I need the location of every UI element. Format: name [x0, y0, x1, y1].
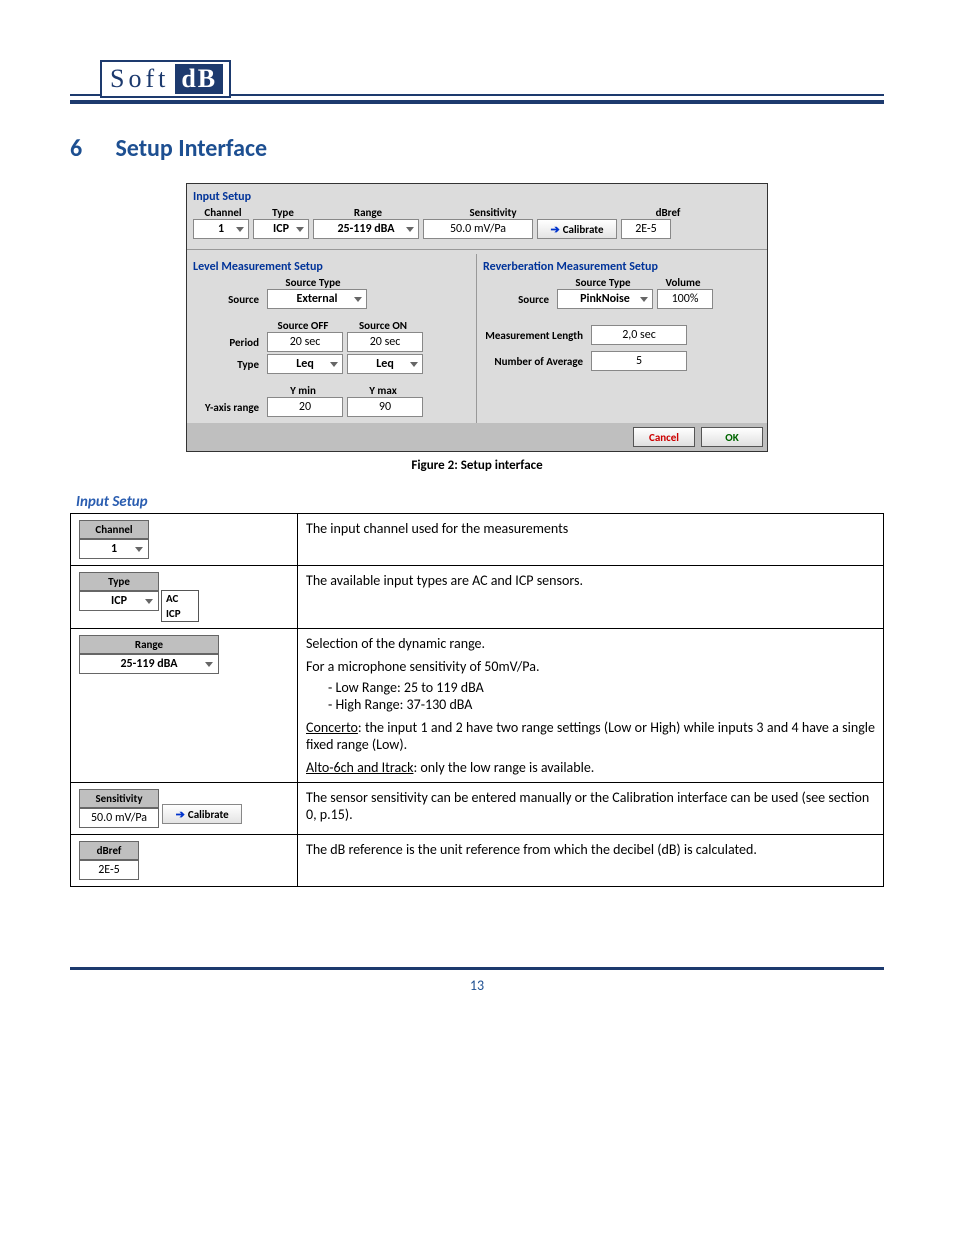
measlen-label: Measurement Length — [483, 329, 587, 342]
reverb-volume-input[interactable]: 100% — [657, 289, 713, 309]
desc-channel: The input channel used for the measureme… — [298, 514, 884, 566]
ymax-input[interactable]: 90 — [347, 397, 423, 417]
type-off-select[interactable]: Leq — [267, 354, 343, 374]
mini-dbref-input[interactable]: 2E-5 — [79, 860, 139, 880]
source-on-hdr: Source ON — [343, 319, 423, 332]
dbref-input[interactable]: 2E-5 — [621, 219, 671, 239]
arrow-right-icon: ➔ — [176, 808, 185, 821]
table-row: Range 25-119 dBA Selection of the dynami… — [71, 629, 884, 783]
hdr-sensitivity: Sensitivity — [423, 206, 563, 219]
period-off-input[interactable]: 20 sec — [267, 332, 343, 352]
setup-window: Input Setup Channel Type Range Sensitivi… — [186, 183, 768, 452]
table-row: dBref 2E-5 The dB reference is the unit … — [71, 835, 884, 887]
desc-sensitivity: The sensor sensitivity can be entered ma… — [298, 783, 884, 835]
level-title: Level Measurement Setup — [193, 260, 470, 274]
yaxis-label: Y-axis range — [193, 401, 263, 414]
type-options-list: AC ICP — [161, 590, 199, 622]
period-on-input[interactable]: 20 sec — [347, 332, 423, 352]
type-option[interactable]: ICP — [162, 606, 198, 621]
ymax-hdr: Y max — [343, 384, 423, 397]
reverb-sourcetype-hdr: Source Type — [553, 276, 653, 289]
mini-range-select[interactable]: 25-119 dBA — [79, 654, 219, 674]
mini-type-select[interactable]: ICP — [79, 591, 159, 611]
desc-dbref: The dB reference is the unit reference f… — [298, 835, 884, 887]
page-number: 13 — [470, 977, 484, 994]
measlen-input[interactable]: 2,0 sec — [591, 325, 687, 345]
mini-sensitivity-input[interactable]: 50.0 mV/Pa — [79, 808, 159, 828]
sensitivity-input[interactable]: 50.0 mV/Pa — [423, 219, 533, 239]
mini-calibrate-button[interactable]: ➔Calibrate — [162, 804, 242, 824]
source-off-hdr: Source OFF — [263, 319, 343, 332]
section-heading: 6 Setup Interface — [70, 134, 884, 163]
page-footer: 13 — [70, 967, 884, 995]
numavg-input[interactable]: 5 — [591, 351, 687, 371]
reverb-source-select[interactable]: PinkNoise — [557, 289, 653, 309]
section-number: 6 — [70, 134, 110, 163]
arrow-right-icon: ➔ — [551, 223, 560, 236]
ymin-hdr: Y min — [263, 384, 343, 397]
ymin-input[interactable]: 20 — [267, 397, 343, 417]
hdr-range: Range — [313, 206, 423, 219]
type-label: Type — [193, 358, 263, 371]
desc-range: Selection of the dynamic range. For a mi… — [298, 629, 884, 783]
figure-caption: Figure 2: Setup interface — [70, 458, 884, 473]
ok-button[interactable]: OK — [701, 427, 763, 447]
input-setup-table: Channel 1 The input channel used for the… — [70, 513, 884, 887]
type-option[interactable]: AC — [162, 591, 198, 606]
logo: Soft dB — [100, 60, 231, 98]
hdr-channel: Channel — [193, 206, 253, 219]
hdr-dbref: dBref — [643, 206, 693, 219]
input-setup-title: Input Setup — [193, 190, 761, 204]
level-sourcetype-hdr: Source Type — [263, 276, 363, 289]
mini-hdr-range: Range — [79, 635, 219, 654]
logo-soft: Soft — [110, 64, 169, 94]
mini-hdr-type: Type — [79, 572, 159, 591]
reverb-title: Reverberation Measurement Setup — [483, 260, 761, 274]
cancel-button[interactable]: Cancel — [633, 427, 695, 447]
mini-hdr-sensitivity: Sensitivity — [79, 789, 159, 808]
mini-hdr-dbref: dBref — [79, 841, 139, 860]
numavg-label: Number of Average — [483, 355, 587, 368]
channel-select[interactable]: 1 — [193, 219, 249, 239]
level-source-label: Source — [193, 293, 263, 306]
range-select[interactable]: 25-119 dBA — [313, 219, 419, 239]
page-header: Soft dB — [70, 60, 884, 104]
logo-db: dB — [175, 64, 223, 94]
table-row: Sensitivity 50.0 mV/Pa ➔Calibrate The se… — [71, 783, 884, 835]
type-on-select[interactable]: Leq — [347, 354, 423, 374]
mini-channel-select[interactable]: 1 — [79, 539, 149, 559]
table-row: Channel 1 The input channel used for the… — [71, 514, 884, 566]
input-setup-subheading: Input Setup — [76, 493, 884, 511]
reverb-source-label: Source — [483, 293, 553, 306]
level-source-select[interactable]: External — [267, 289, 367, 309]
type-select[interactable]: ICP — [253, 219, 309, 239]
section-title: Setup Interface — [115, 134, 267, 163]
calibrate-button[interactable]: ➔Calibrate — [537, 219, 617, 239]
table-row: Type ICP AC ICP The available input type… — [71, 566, 884, 629]
desc-type: The available input types are AC and ICP… — [298, 566, 884, 629]
reverb-volume-hdr: Volume — [653, 276, 713, 289]
hdr-type: Type — [253, 206, 313, 219]
mini-hdr-channel: Channel — [79, 520, 149, 539]
period-label: Period — [193, 336, 263, 349]
